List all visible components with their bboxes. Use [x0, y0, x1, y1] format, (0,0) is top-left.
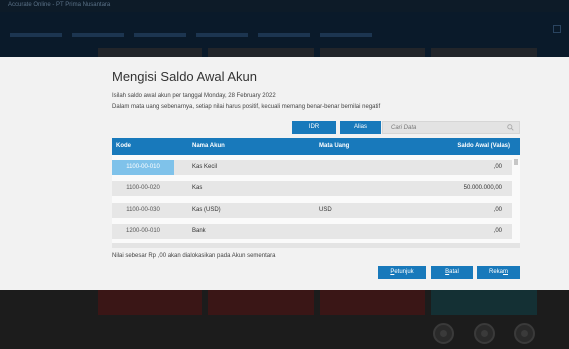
dialog-description-date: Isilah saldo awal akun per tanggal Monda… — [112, 93, 276, 99]
background-tile — [320, 290, 425, 315]
account-table-body: 1100-00-010 Kas Kecil ,00 1100-00-020 Ka… — [112, 155, 520, 248]
table-row[interactable]: 1100-00-030 Kas (USD) USD ,00 — [112, 203, 512, 218]
cell-saldo-awal[interactable]: ,00 — [494, 160, 502, 175]
vertical-scrollbar[interactable] — [514, 159, 518, 165]
cell-kode[interactable]: 1100-00-020 — [112, 181, 174, 196]
background-circle-icon — [474, 323, 495, 344]
column-header-saldo-awal[interactable]: Saldo Awal (Valas) — [457, 143, 510, 149]
search-input[interactable]: Cari Data — [382, 121, 520, 134]
table-header: Kode Nama Akun Mata Uang Saldo Awal (Val… — [112, 138, 520, 155]
cell-mata-uang: USD — [319, 207, 332, 213]
background-tile — [431, 48, 537, 57]
horizontal-scrollbar[interactable] — [112, 243, 520, 248]
petunjuk-button[interactable]: Petunjuk — [378, 266, 426, 279]
background-titlebar: Accurate Online - PT Prima Nusantara — [0, 0, 569, 12]
table-row[interactable]: 1100-00-010 Kas Kecil ,00 — [112, 160, 512, 175]
cell-nama-akun: Kas (USD) — [192, 207, 221, 213]
background-circle-icon — [514, 323, 535, 344]
column-header-mata-uang[interactable]: Mata Uang — [319, 143, 349, 149]
background-toolbar-icon — [553, 25, 561, 33]
background-title: Accurate Online - PT Prima Nusantara — [8, 2, 111, 8]
background-tile — [98, 290, 202, 315]
rekam-label: Reka — [488, 269, 503, 275]
currency-button[interactable]: IDR — [292, 121, 336, 134]
column-header-nama-akun[interactable]: Nama Akun — [192, 143, 225, 149]
cell-kode[interactable]: 1200-00-010 — [112, 224, 174, 239]
batal-label: atal — [449, 269, 459, 275]
background-tile — [208, 48, 314, 57]
background-tile — [320, 48, 425, 57]
column-header-kode[interactable]: Kode — [116, 143, 131, 149]
table-row[interactable]: 1200-00-010 Bank ,00 — [112, 224, 512, 239]
cell-nama-akun: Kas Kecil — [192, 164, 218, 170]
petunjuk-label: etunjuk — [394, 269, 414, 275]
dialog-title: Mengisi Saldo Awal Akun — [112, 69, 258, 84]
rekam-mnemonic: m — [503, 269, 508, 275]
background-tile — [98, 48, 202, 57]
cell-kode[interactable]: 1100-00-030 — [112, 203, 174, 218]
cell-nama-akun: Bank — [192, 228, 206, 234]
background-menu-bar — [10, 24, 550, 37]
search-icon[interactable] — [507, 124, 514, 131]
allocation-note: Nilai sebesar Rp ,00 akan dialokasikan p… — [112, 253, 276, 259]
background-tile — [208, 290, 314, 315]
alias-button[interactable]: Alias — [340, 121, 381, 134]
rekam-button[interactable]: Rekam — [477, 266, 520, 279]
search-placeholder: Cari Data — [391, 125, 417, 131]
dialog-description-hint: Dalam mata uang sebenarnya, setiap nilai… — [112, 104, 381, 110]
cell-saldo-awal[interactable]: ,00 — [494, 203, 502, 218]
cell-kode[interactable]: 1100-00-010 — [112, 160, 174, 175]
cell-saldo-awal[interactable]: 50.000.000,00 — [464, 181, 502, 196]
batal-button[interactable]: Batal — [431, 266, 473, 279]
background-tile — [431, 290, 537, 315]
cell-saldo-awal[interactable]: ,00 — [494, 224, 502, 239]
cell-nama-akun: Kas — [192, 185, 203, 191]
background-circle-icon — [433, 323, 454, 344]
table-row[interactable]: 1100-00-020 Kas 50.000.000,00 — [112, 181, 512, 196]
